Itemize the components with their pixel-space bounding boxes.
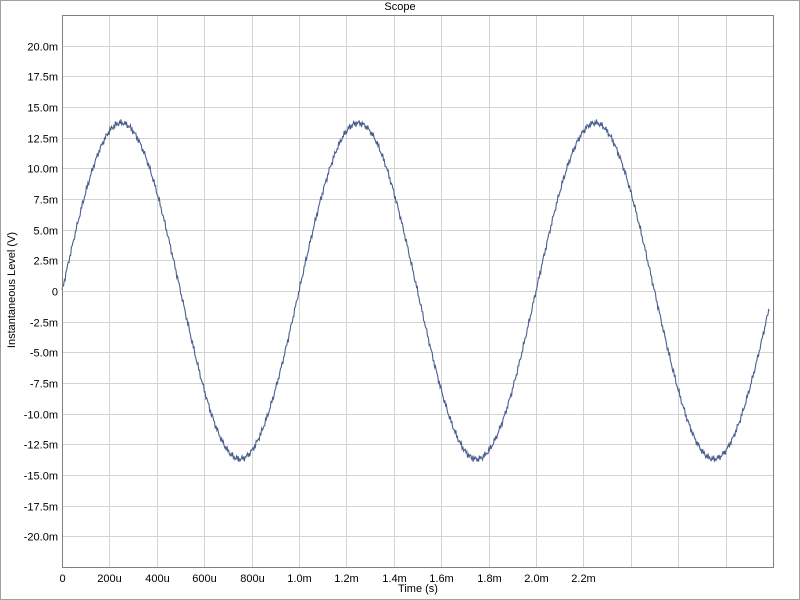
y-tick-label: -10.0m	[24, 410, 58, 422]
y-tick-label: 5.0m	[34, 226, 58, 238]
y-tick-label: -7.5m	[30, 379, 58, 391]
x-tick-label: 0	[59, 573, 65, 585]
y-tick-label: -12.5m	[24, 440, 58, 452]
y-tick-label: -20.0m	[24, 532, 58, 544]
y-tick-label: -17.5m	[24, 502, 58, 514]
x-tick-label: 1.2m	[334, 573, 358, 585]
x-tick-label: 200u	[97, 573, 121, 585]
x-tick-label: 600u	[192, 573, 216, 585]
y-tick-label: -5.0m	[30, 348, 58, 360]
y-tick-label: 2.5m	[34, 256, 58, 268]
y-tick-label: 17.5m	[27, 72, 58, 84]
x-tick-label: 1.4m	[382, 573, 406, 585]
y-tick-label: 15.0m	[27, 103, 58, 115]
y-tick-label: 0	[52, 287, 58, 299]
x-tick-label: 1.8m	[477, 573, 501, 585]
y-tick-label: 7.5m	[34, 195, 58, 207]
x-tick-label: 2.2m	[571, 573, 595, 585]
y-tick-label: 12.5m	[27, 134, 58, 146]
x-tick-label: 1.6m	[429, 573, 453, 585]
x-tick-label: 800u	[240, 573, 264, 585]
y-tick-label: 20.0m	[27, 42, 58, 54]
series-layer	[61, 119, 770, 464]
y-tick-label: -2.5m	[30, 318, 58, 330]
x-tick-label: 400u	[145, 573, 169, 585]
y-tick-label: -15.0m	[24, 471, 58, 483]
plot-svg: 20.0m 17.5m 15.0m 12.5m 10.0m 7.5m 5.0m 2.5m 0 -2…	[24, 15, 774, 585]
x-tick-label: 1.0m	[287, 573, 311, 585]
signal-trace	[61, 119, 770, 464]
x-tick-label: 2.0m	[524, 573, 548, 585]
x-tick-labels: 0 200u 400u 600u 800u 1.0m 1.2m 1.4m 1.6m 1.8m 2.0…	[59, 573, 595, 585]
y-tick-label: 10.0m	[27, 164, 58, 176]
y-tick-labels: 20.0m 17.5m 15.0m 12.5m 10.0m 7.5m 5.0m 2.5m 0 -2…	[24, 42, 58, 544]
